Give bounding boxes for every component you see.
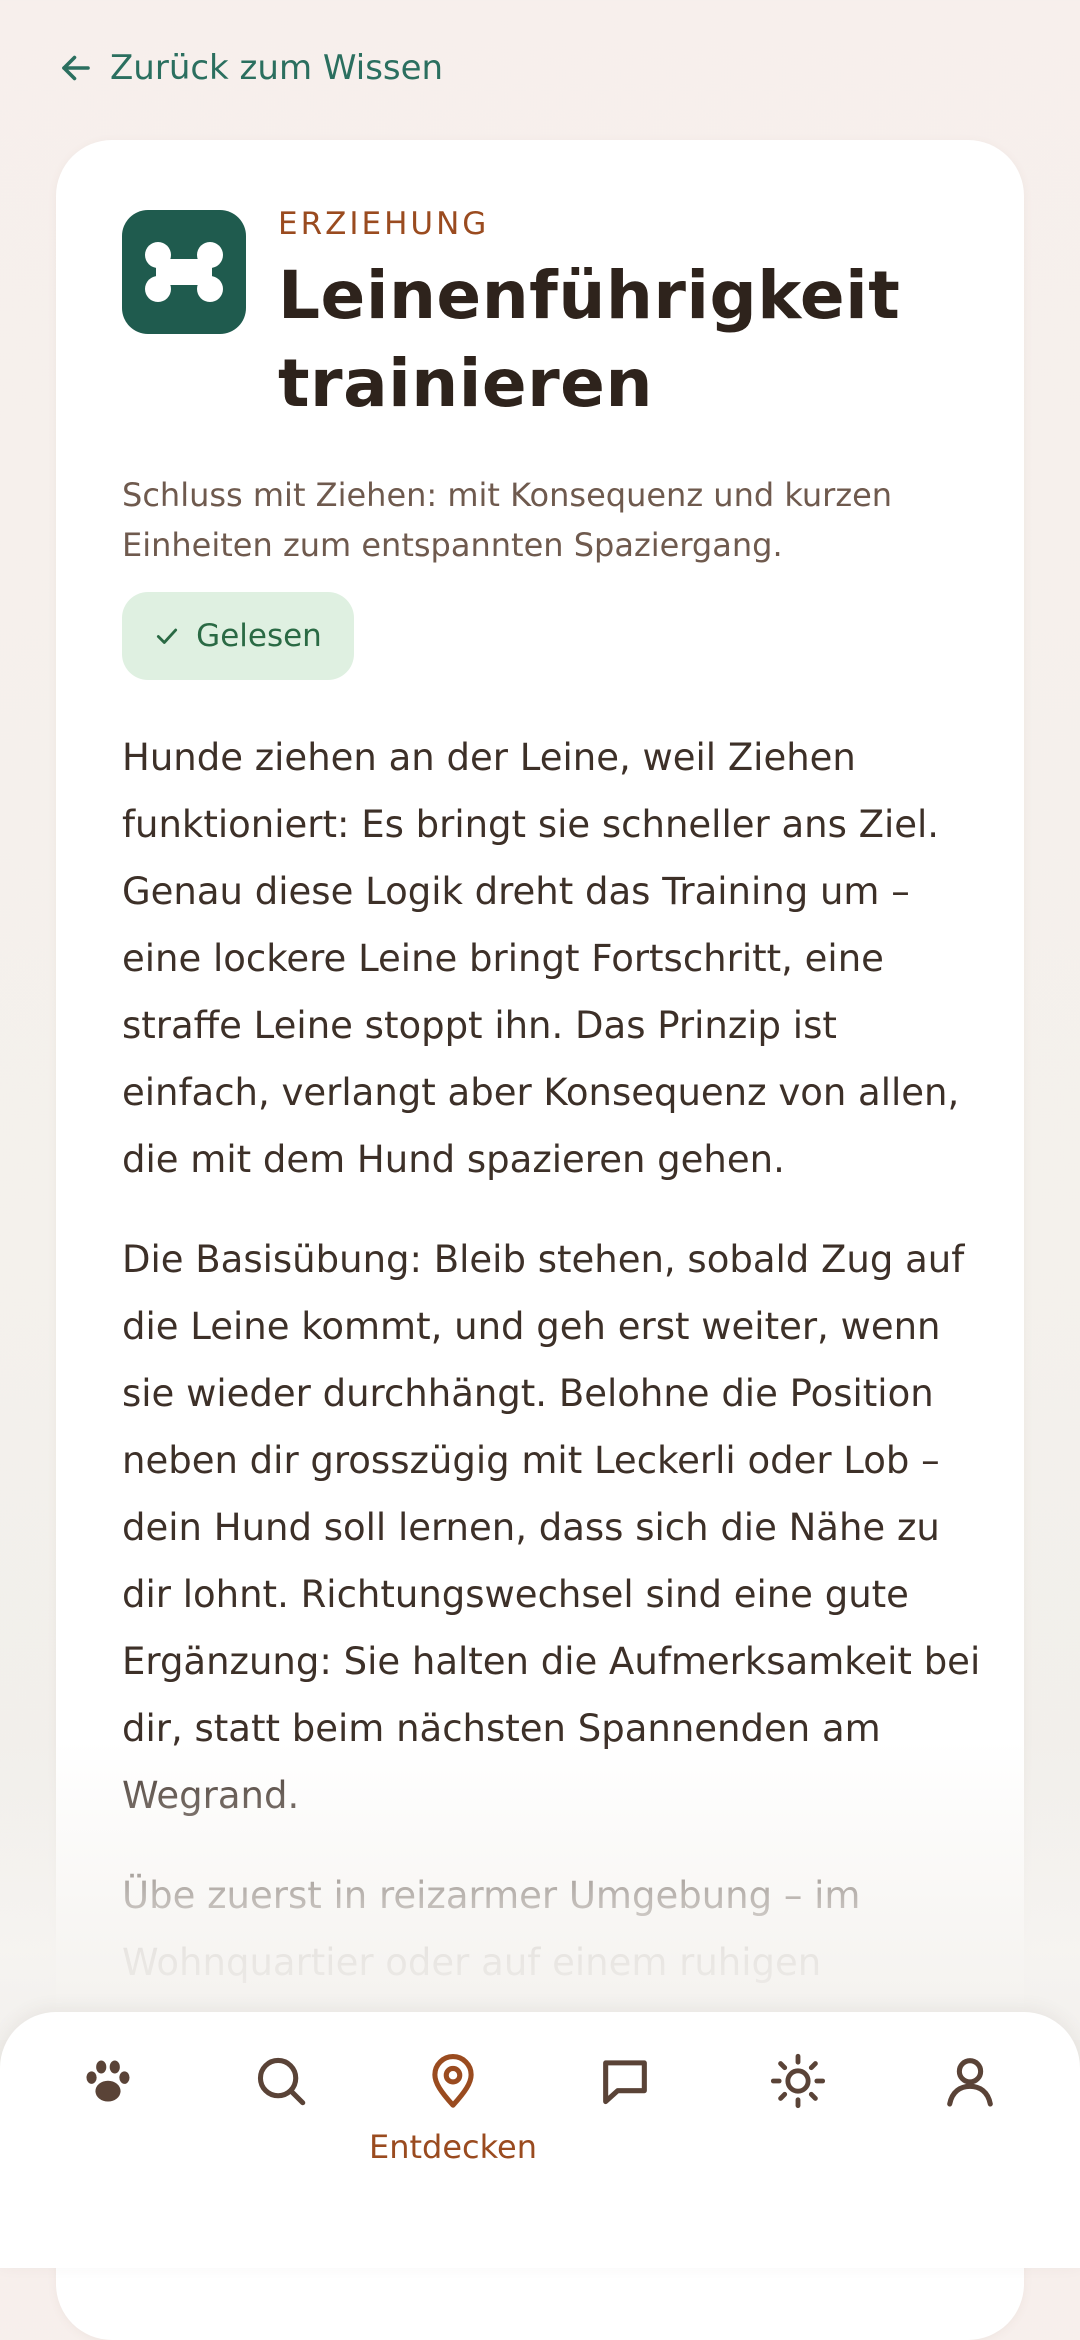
article-subtitle: Schluss mit Ziehen: mit Konsequenz und k… (122, 476, 893, 564)
search-icon (257, 2057, 306, 2106)
article-paragraph: Die Basisübung: Bleib stehen, sobald Zug… (122, 1238, 981, 1817)
article-paragraph: Hunde ziehen an der Leine, weil Ziehen f… (122, 736, 960, 1181)
nav-item-home[interactable] (33, 2036, 183, 2186)
article-card: ERZIEHUNG Leinenführigkeit trainieren Sc… (56, 140, 1024, 2340)
nav-item-profile[interactable] (895, 2036, 1045, 2186)
article-body: Hunde ziehen an der Leine, weil Ziehen f… (122, 724, 982, 2029)
sun-icon (770, 2053, 826, 2109)
article-title: Leinenführigkeit trainieren (278, 257, 901, 422)
nav-item-weather[interactable] (723, 2036, 873, 2186)
article-category: ERZIEHUNG (278, 206, 490, 242)
topic-icon-tile (122, 210, 246, 334)
nav-item-chat[interactable] (550, 2036, 700, 2186)
read-status-badge: Gelesen (122, 592, 354, 680)
map-pin-icon (432, 2054, 474, 2108)
nav-item-discover[interactable]: Entdecken (369, 2036, 537, 2186)
user-icon (947, 2058, 993, 2107)
chat-bubble-icon (603, 2060, 647, 2105)
back-link[interactable]: Zurück zum Wissen (58, 44, 443, 92)
read-status-label: Gelesen (196, 618, 322, 654)
check-icon (157, 628, 178, 644)
nav-item-discover-label: Entdecken (369, 2128, 537, 2166)
paw-icon (86, 2060, 130, 2102)
back-link-label: Zurück zum Wissen (110, 48, 444, 88)
bottom-navigation: Entdecken (0, 2012, 1080, 2268)
article-paragraph: Übe zuerst in reizarmer Umgebung – im Wo… (122, 1874, 861, 1984)
arrow-left-icon (62, 55, 90, 81)
bone-icon (145, 242, 223, 302)
nav-item-search[interactable] (206, 2036, 356, 2186)
